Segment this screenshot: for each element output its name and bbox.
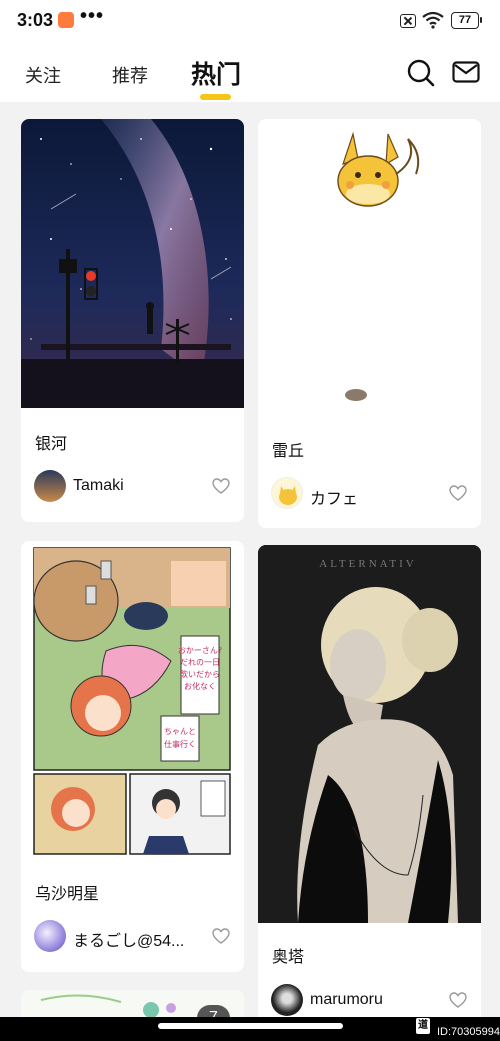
mail-icon[interactable] bbox=[452, 61, 480, 83]
tab-follow[interactable]: 关注 bbox=[25, 62, 61, 88]
avatar[interactable] bbox=[271, 477, 303, 509]
author-name[interactable]: Tamaki bbox=[73, 477, 124, 495]
post-title: 雷丘 bbox=[272, 443, 305, 460]
author-name[interactable]: まるごし@54... bbox=[73, 927, 184, 951]
heart-icon[interactable] bbox=[449, 992, 467, 1008]
svg-text:だれの一日: だれの一日 bbox=[180, 658, 220, 667]
search-icon[interactable] bbox=[407, 59, 435, 87]
active-tab-indicator bbox=[200, 94, 231, 100]
svg-text:ちゃんと: ちゃんと bbox=[164, 727, 196, 736]
post-title: 银河 bbox=[35, 436, 68, 453]
post-card[interactable]: 银河 Tamaki bbox=[21, 119, 244, 522]
post-card[interactable]: おかーさん? だれの一日 飲いだから お化なく ちゃんと 仕事行く 乌沙明星 ま… bbox=[21, 541, 244, 972]
watermark-logo: 道 bbox=[416, 1018, 430, 1034]
post-card[interactable]: 雷丘 カフェ bbox=[258, 119, 481, 528]
post-card[interactable]: ALTERNATIV 奥塔 marumoru bbox=[258, 545, 481, 1025]
battery-icon: 77 bbox=[451, 12, 482, 29]
svg-text:仕事行く: 仕事行く bbox=[164, 739, 196, 749]
post-title: 奥塔 bbox=[272, 949, 305, 966]
watermark-id: ID:70305994 bbox=[437, 1026, 500, 1038]
tab-recommend[interactable]: 推荐 bbox=[112, 62, 148, 88]
more-notifications-icon: ••• bbox=[80, 5, 105, 27]
post-image-raichu[interactable] bbox=[258, 119, 481, 414]
author-name[interactable]: カフェ bbox=[310, 485, 358, 509]
status-bar: 3:03 ••• 77 bbox=[0, 0, 500, 44]
post-image-illustration[interactable]: ALTERNATIV bbox=[258, 545, 481, 923]
avatar[interactable] bbox=[34, 470, 66, 502]
app-notification-icon bbox=[58, 12, 74, 28]
wifi-icon bbox=[422, 11, 444, 29]
home-indicator[interactable] bbox=[158, 1023, 343, 1029]
tab-hot[interactable]: 热门 bbox=[191, 55, 241, 91]
author-name[interactable]: marumoru bbox=[310, 991, 383, 1009]
post-title: 乌沙明星 bbox=[35, 886, 100, 903]
post-image-galaxy[interactable] bbox=[21, 119, 244, 408]
image-caption: ALTERNATIV bbox=[319, 558, 416, 570]
heart-icon[interactable] bbox=[212, 478, 230, 494]
svg-text:お化なく: お化なく bbox=[184, 681, 216, 691]
avatar[interactable] bbox=[34, 920, 66, 952]
top-nav: 关注 推荐 热门 bbox=[0, 44, 500, 102]
avatar[interactable] bbox=[271, 984, 303, 1016]
status-time: 3:03 bbox=[17, 10, 54, 30]
heart-icon[interactable] bbox=[212, 928, 230, 944]
svg-text:飲いだから: 飲いだから bbox=[180, 669, 220, 679]
svg-text:おかーさん?: おかーさん? bbox=[178, 646, 222, 655]
heart-icon[interactable] bbox=[449, 485, 467, 501]
no-sim-icon bbox=[400, 14, 416, 28]
post-image-manga[interactable]: おかーさん? だれの一日 飲いだから お化なく ちゃんと 仕事行く bbox=[21, 541, 244, 861]
